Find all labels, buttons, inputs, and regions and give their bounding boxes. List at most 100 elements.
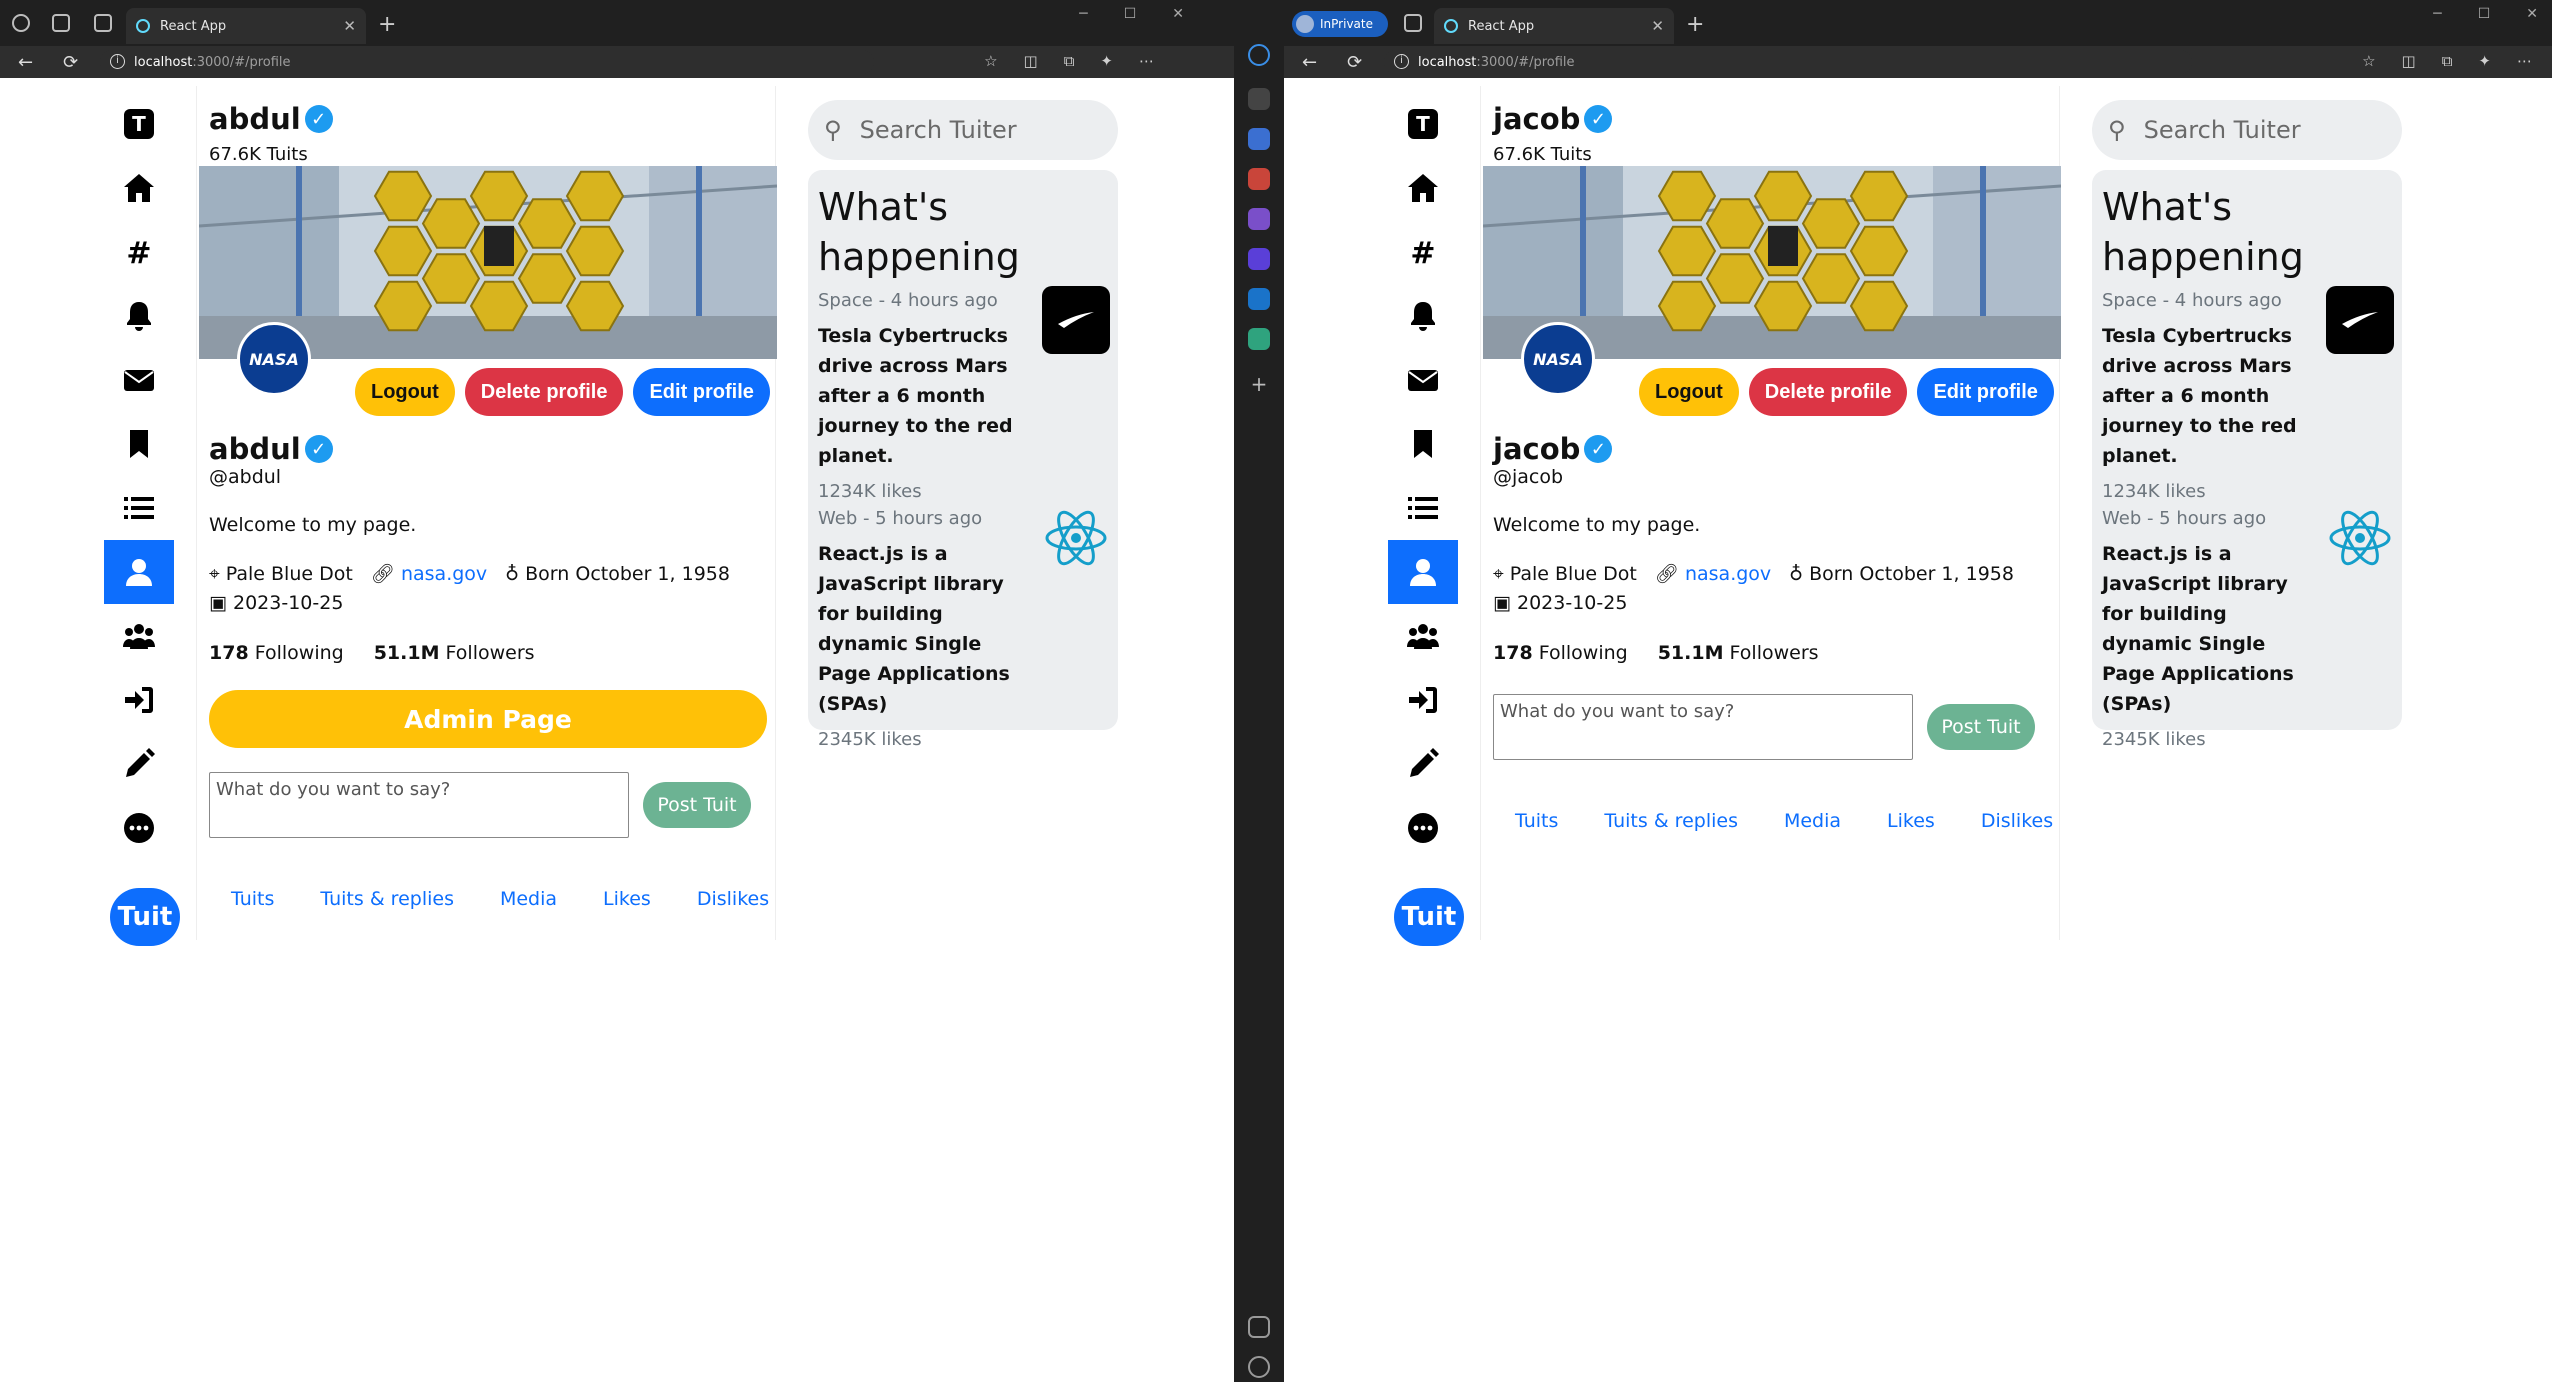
shopping-icon[interactable]	[1248, 128, 1270, 150]
tab-dislikes[interactable]: Dislikes	[1981, 810, 2053, 832]
hide-sidebar-icon[interactable]	[1248, 1316, 1270, 1338]
tab-tuits-replies[interactable]: Tuits & replies	[1604, 810, 1738, 832]
edit-pencil-icon[interactable]	[1388, 732, 1458, 796]
url-field[interactable]: i localhost:3000/#/profile	[1384, 50, 2192, 74]
close-tab-icon[interactable]: ✕	[1651, 17, 1664, 35]
home-icon[interactable]	[104, 156, 174, 220]
tab-media[interactable]: Media	[1784, 810, 1841, 832]
site-info-icon[interactable]: i	[110, 54, 125, 69]
more-ellipsis-icon[interactable]	[104, 796, 174, 860]
messages-envelope-icon[interactable]	[104, 348, 174, 412]
tuit-button[interactable]: Tuit	[110, 888, 180, 946]
followers-stat[interactable]: 51.1M Followers	[1658, 642, 1819, 664]
collections-icon[interactable]: ⧉	[2442, 52, 2453, 70]
people-icon[interactable]	[1388, 604, 1458, 668]
followers-stat[interactable]: 51.1M Followers	[374, 642, 535, 664]
search-sidebar-icon[interactable]	[1248, 88, 1270, 110]
messages-envelope-icon[interactable]	[1388, 348, 1458, 412]
website-link[interactable]: nasa.gov	[401, 563, 487, 585]
tab-react-app[interactable]: React App ✕	[126, 8, 366, 44]
tab-likes[interactable]: Likes	[603, 888, 651, 910]
edit-pencil-icon[interactable]	[104, 732, 174, 796]
tuit-input[interactable]: What do you want to say?	[209, 772, 629, 838]
tab-dislikes[interactable]: Dislikes	[697, 888, 769, 910]
outlook-icon[interactable]	[1248, 288, 1270, 310]
split-screen-icon[interactable]: ◫	[2402, 52, 2416, 70]
logout-button[interactable]: Logout	[1639, 368, 1739, 416]
bookmarks-icon[interactable]	[104, 412, 174, 476]
favorites-star-icon[interactable]: ☆	[984, 52, 997, 70]
profile-user-icon[interactable]	[1388, 540, 1458, 604]
settings-more-icon[interactable]: ⋯	[1139, 52, 1154, 70]
home-icon[interactable]	[1388, 156, 1458, 220]
favorites-star-icon[interactable]: ☆	[2362, 52, 2375, 70]
maximize-icon[interactable]: ☐	[2478, 6, 2491, 22]
back-icon[interactable]: ←	[18, 52, 33, 73]
following-stat[interactable]: 178 Following	[209, 642, 344, 664]
tab-actions-icon[interactable]	[94, 14, 112, 32]
extensions-icon[interactable]: ✦	[1100, 52, 1113, 70]
refresh-icon[interactable]: ⟳	[1347, 52, 1362, 73]
browser-profile-icon[interactable]	[12, 14, 30, 32]
tab-media[interactable]: Media	[500, 888, 557, 910]
maximize-icon[interactable]: ☐	[1124, 6, 1137, 22]
tuit-button[interactable]: Tuit	[1394, 888, 1464, 946]
lists-icon[interactable]	[104, 476, 174, 540]
new-tab-icon[interactable]: +	[378, 12, 396, 37]
explore-hash-icon[interactable]: #	[104, 220, 174, 284]
tab-actions-icon[interactable]	[1404, 14, 1422, 32]
close-window-icon[interactable]: ✕	[1172, 6, 1184, 22]
split-screen-icon[interactable]: ◫	[1024, 52, 1038, 70]
logo-icon[interactable]: T	[104, 92, 174, 156]
explore-hash-icon[interactable]: #	[1388, 220, 1458, 284]
minimize-icon[interactable]: ─	[1079, 6, 1087, 22]
bookmarks-icon[interactable]	[1388, 412, 1458, 476]
refresh-icon[interactable]: ⟳	[63, 52, 78, 73]
minimize-icon[interactable]: ─	[2433, 6, 2441, 22]
lists-icon[interactable]	[1388, 476, 1458, 540]
following-stat[interactable]: 178 Following	[1493, 642, 1628, 664]
workspaces-icon[interactable]	[52, 14, 70, 32]
website-link[interactable]: nasa.gov	[1685, 563, 1771, 585]
site-info-icon[interactable]: i	[1394, 54, 1409, 69]
tab-likes[interactable]: Likes	[1887, 810, 1935, 832]
settings-more-icon[interactable]: ⋯	[2517, 52, 2532, 70]
notifications-bell-icon[interactable]	[1388, 284, 1458, 348]
search-bar[interactable]: ⚲ Search Tuiter	[2092, 100, 2402, 160]
notifications-bell-icon[interactable]	[104, 284, 174, 348]
profile-user-icon[interactable]	[104, 540, 174, 604]
inprivate-indicator[interactable]: InPrivate	[1292, 11, 1388, 37]
admin-page-button[interactable]: Admin Page	[209, 690, 767, 748]
back-icon[interactable]: ←	[1302, 52, 1317, 73]
drop-icon[interactable]	[1248, 328, 1270, 350]
tab-tuits-replies[interactable]: Tuits & replies	[320, 888, 454, 910]
extensions-icon[interactable]: ✦	[2478, 52, 2491, 70]
post-tuit-button[interactable]: Post Tuit	[1927, 704, 2035, 750]
post-tuit-button[interactable]: Post Tuit	[643, 782, 751, 828]
close-window-icon[interactable]: ✕	[2526, 6, 2538, 22]
close-tab-icon[interactable]: ✕	[343, 17, 356, 35]
delete-profile-button[interactable]: Delete profile	[464, 368, 624, 416]
edit-profile-button[interactable]: Edit profile	[633, 368, 770, 416]
tab-tuits[interactable]: Tuits	[1515, 810, 1558, 832]
new-tab-icon[interactable]: +	[1686, 12, 1704, 37]
login-icon[interactable]	[1388, 668, 1458, 732]
bing-copilot-icon[interactable]	[1248, 44, 1270, 66]
microsoft-365-icon[interactable]	[1248, 248, 1270, 270]
games-icon[interactable]	[1248, 208, 1270, 230]
tab-react-app[interactable]: React App ✕	[1434, 8, 1674, 44]
tab-tuits[interactable]: Tuits	[231, 888, 274, 910]
tuit-input[interactable]: What do you want to say?	[1493, 694, 1913, 760]
collections-icon[interactable]: ⧉	[1064, 52, 1075, 70]
edit-profile-button[interactable]: Edit profile	[1917, 368, 2054, 416]
login-icon[interactable]	[104, 668, 174, 732]
more-ellipsis-icon[interactable]	[1388, 796, 1458, 860]
add-sidebar-app-icon[interactable]: +	[1248, 372, 1270, 396]
search-bar[interactable]: ⚲ Search Tuiter	[808, 100, 1118, 160]
logo-icon[interactable]: T	[1388, 92, 1458, 156]
people-icon[interactable]	[104, 604, 174, 668]
delete-profile-button[interactable]: Delete profile	[1748, 368, 1908, 416]
tools-icon[interactable]	[1248, 168, 1270, 190]
logout-button[interactable]: Logout	[355, 368, 455, 416]
url-field[interactable]: i localhost:3000/#/profile	[100, 50, 874, 74]
